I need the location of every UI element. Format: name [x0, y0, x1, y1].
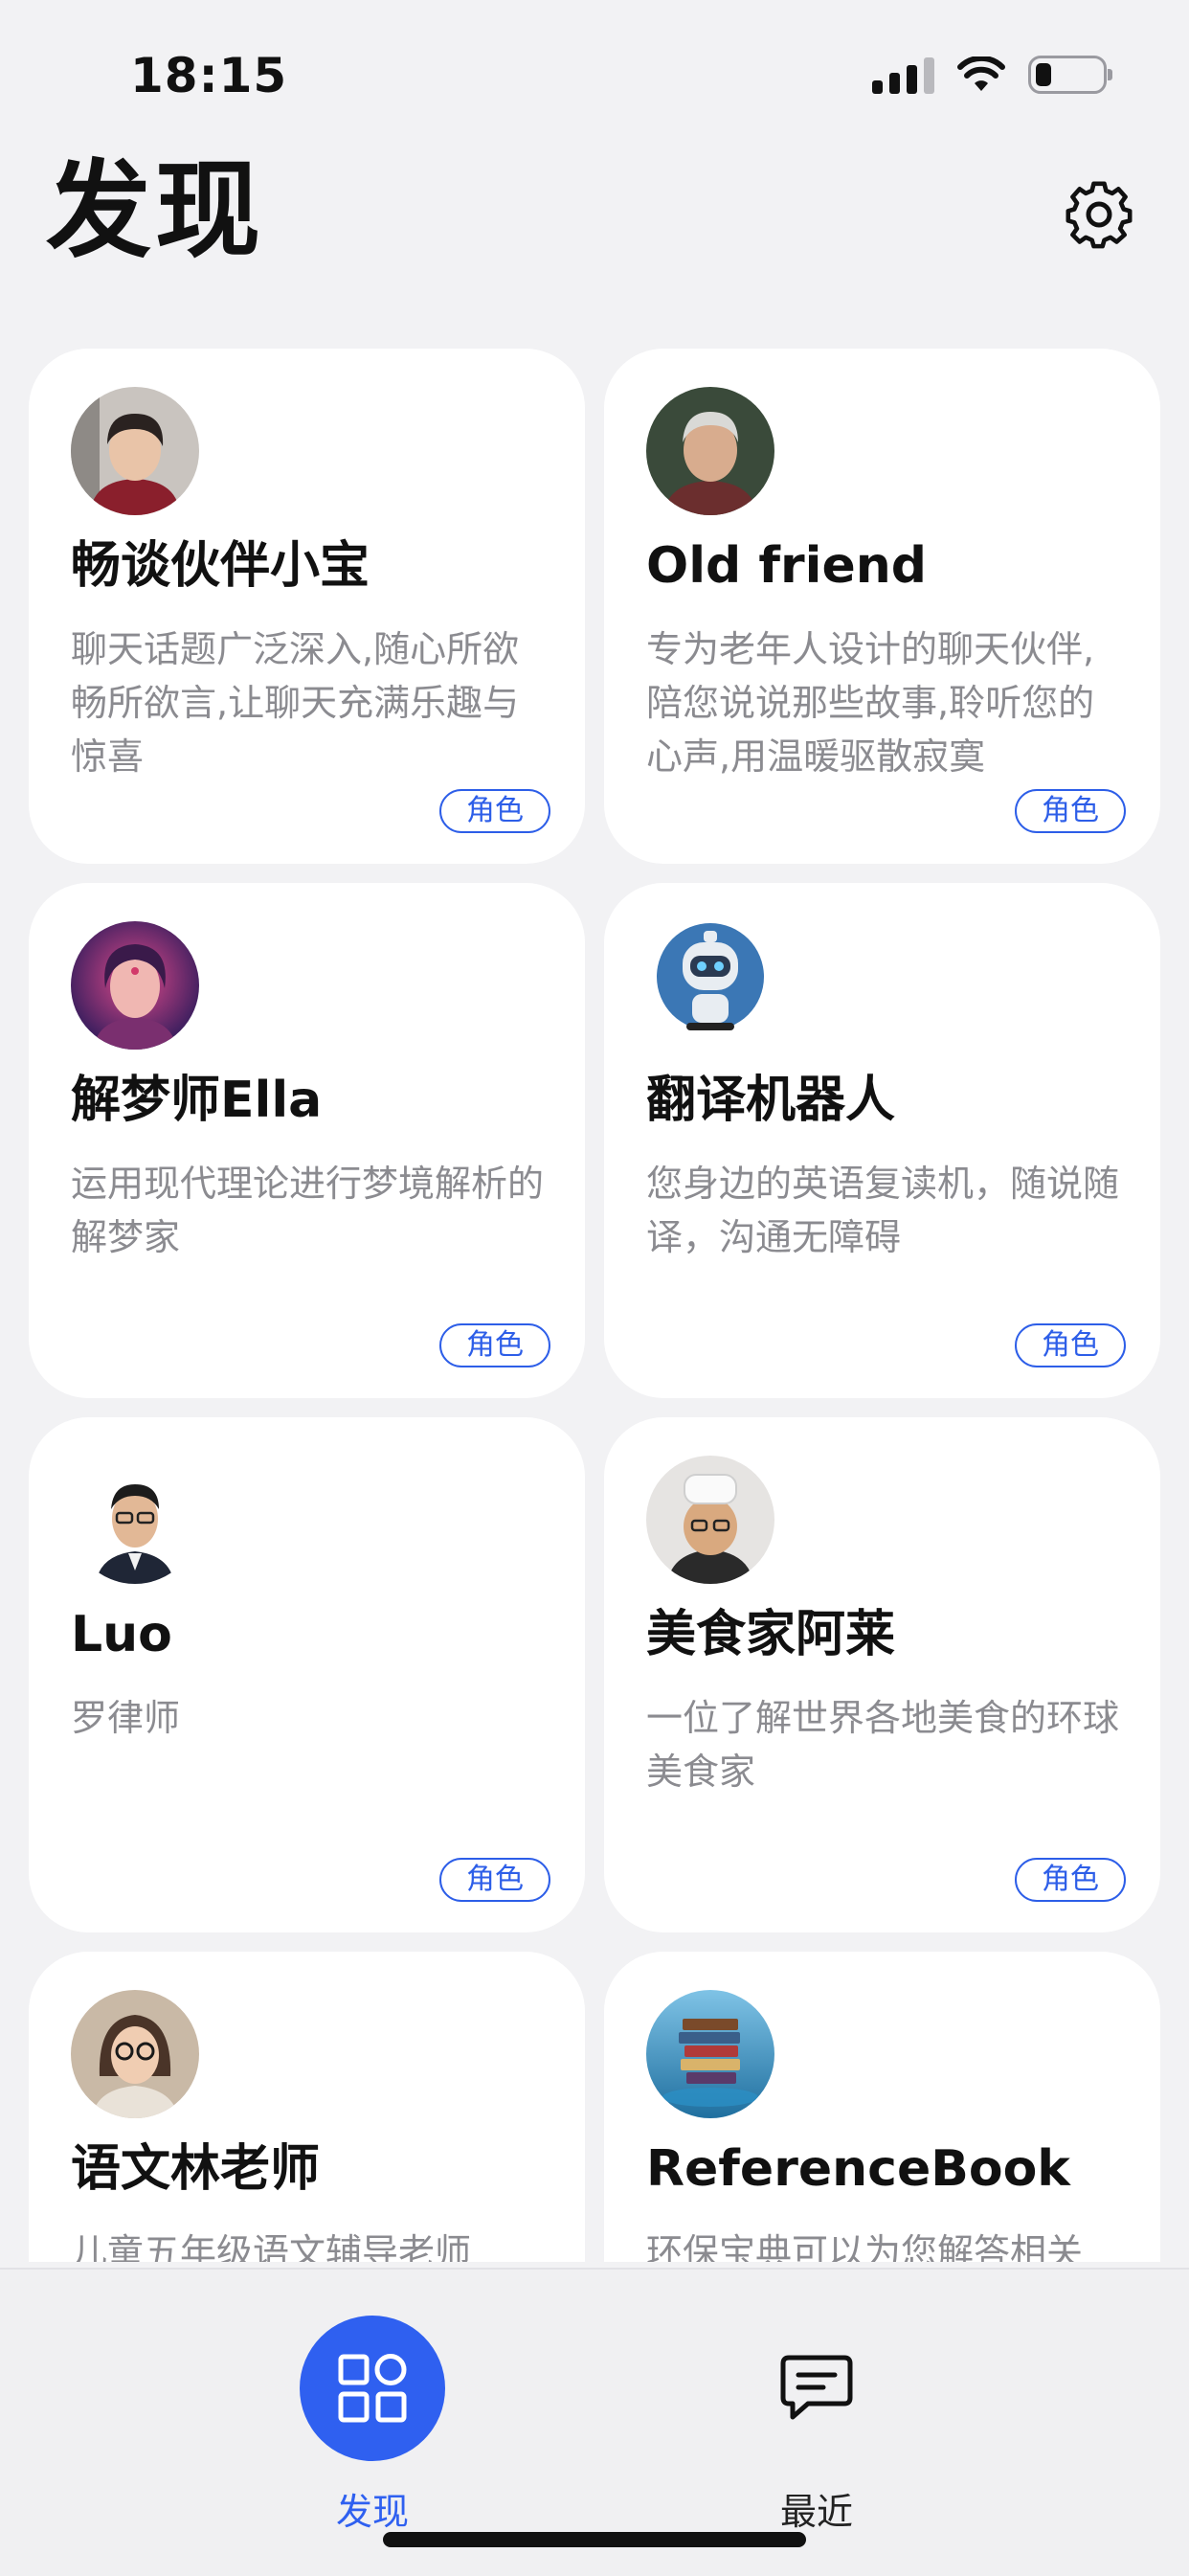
- cellular-signal-icon: [872, 56, 934, 94]
- card-description: 一位了解世界各地美食的环球美食家: [646, 1697, 1120, 1793]
- assistant-card[interactable]: ReferenceBook 环保宝典可以为您解答相关 角色: [604, 1952, 1160, 2262]
- battery-icon: [1028, 56, 1112, 94]
- card-description: 运用现代理论进行梦境解析的解梦家: [71, 1163, 545, 1258]
- tab-discover-icon-bg: [300, 2316, 445, 2461]
- role-tag: 角色: [439, 789, 550, 833]
- tab-recent-icon-bg: [744, 2316, 889, 2461]
- card-description: 罗律师: [71, 1697, 181, 1739]
- card-description: 聊天话题广泛深入,随心所欲畅所欲言,让聊天充满乐趣与惊喜: [71, 628, 520, 778]
- assistant-card[interactable]: 语文林老师 儿童五年级语文辅导老师 角色: [29, 1952, 585, 2262]
- status-bar: 18:15: [0, 0, 1189, 144]
- settings-button[interactable]: [1061, 176, 1137, 253]
- status-icons: [872, 56, 1112, 94]
- card-description: 儿童五年级语文辅导老师: [71, 2231, 472, 2262]
- fantasy-woman-avatar: [71, 921, 199, 1050]
- page-title: 发现: [46, 149, 264, 272]
- card-title: 翻译机器人: [646, 1072, 896, 1129]
- robot-avatar: [646, 921, 774, 1050]
- tab-discover[interactable]: 发现: [258, 2270, 487, 2557]
- card-description: 您身边的英语复读机，随说随译，沟通无障碍: [646, 1163, 1120, 1258]
- role-tag: 角色: [1015, 1858, 1126, 1902]
- tab-discover-label: 发现: [335, 2491, 409, 2533]
- card-title: Old friend: [646, 537, 927, 595]
- tab-recent[interactable]: 最近: [702, 2270, 931, 2557]
- role-tag: 角色: [439, 1323, 550, 1367]
- assistant-card[interactable]: Luo 罗律师 角色: [29, 1417, 585, 1932]
- lawyer-avatar: [71, 1456, 199, 1584]
- assistant-grid: 畅谈伙伴小宝 聊天话题广泛深入,随心所欲畅所欲言,让聊天充满乐趣与惊喜 角色 O…: [29, 349, 1160, 2262]
- gear-icon: [1066, 181, 1133, 249]
- chat-bubble-icon: [780, 2355, 853, 2420]
- young-man-avatar: [71, 387, 199, 515]
- home-indicator: [383, 2532, 806, 2547]
- card-title: 解梦师Ella: [71, 1072, 323, 1129]
- card-description: 环保宝典可以为您解答相关: [646, 2231, 1084, 2262]
- chef-avatar: [646, 1456, 774, 1584]
- grid-apps-icon: [338, 2354, 407, 2423]
- elderly-man-avatar: [646, 387, 774, 515]
- card-title: 畅谈伙伴小宝: [71, 537, 370, 595]
- card-description: 专为老年人设计的聊天伙伴,陪您说说那些故事,聆听您的心声,用温暖驱散寂寞: [646, 628, 1095, 778]
- card-title: 美食家阿莱: [646, 1606, 896, 1663]
- tab-recent-label: 最近: [779, 2491, 853, 2533]
- card-title: 语文林老师: [71, 2140, 321, 2198]
- assistant-card[interactable]: 解梦师Ella 运用现代理论进行梦境解析的解梦家 角色: [29, 883, 585, 1398]
- assistant-card[interactable]: Old friend 专为老年人设计的聊天伙伴,陪您说说那些故事,聆听您的心声,…: [604, 349, 1160, 864]
- assistant-card[interactable]: 畅谈伙伴小宝 聊天话题广泛深入,随心所欲畅所欲言,让聊天充满乐趣与惊喜 角色: [29, 349, 585, 864]
- role-tag: 角色: [439, 1858, 550, 1902]
- role-tag: 角色: [1015, 1323, 1126, 1367]
- status-time: 18:15: [130, 48, 288, 103]
- assistant-card[interactable]: 翻译机器人 您身边的英语复读机，随说随译，沟通无障碍 角色: [604, 883, 1160, 1398]
- card-title: ReferenceBook: [646, 2140, 1070, 2198]
- assistant-card[interactable]: 美食家阿莱 一位了解世界各地美食的环球美食家 角色: [604, 1417, 1160, 1932]
- teacher-avatar: [71, 1990, 199, 2118]
- card-title: Luo: [71, 1606, 172, 1663]
- tab-bar: 发现 最近: [0, 2268, 1189, 2576]
- wifi-icon: [957, 56, 1005, 91]
- books-avatar: [646, 1990, 774, 2118]
- role-tag: 角色: [1015, 789, 1126, 833]
